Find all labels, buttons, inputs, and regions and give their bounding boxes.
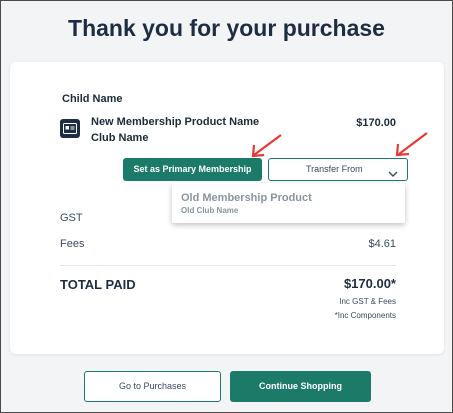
- inc-components-note: *Inc Components: [334, 311, 396, 320]
- membership-card-icon: [60, 119, 80, 138]
- dropdown-option-product[interactable]: Old Membership Product: [181, 192, 312, 204]
- dropdown-option-club: Old Club Name: [181, 206, 239, 215]
- continue-shopping-button[interactable]: Continue Shopping: [230, 371, 371, 402]
- fees-label: Fees: [60, 238, 85, 250]
- set-primary-membership-button[interactable]: Set as Primary Membership: [123, 158, 262, 181]
- gst-label: GST: [60, 212, 83, 224]
- transfer-from-label: Transfer From: [306, 164, 363, 174]
- club-name: Club Name: [91, 132, 149, 144]
- inc-gst-fees-note: Inc GST & Fees: [339, 297, 396, 306]
- annotation-arrow-icon: [251, 134, 282, 158]
- transfer-from-menu: Old Membership Product Old Club Name: [172, 183, 405, 223]
- annotation-arrow-icon: [395, 132, 428, 157]
- product-name: New Membership Product Name: [91, 116, 260, 128]
- page-title: Thank you for your purchase: [68, 15, 385, 41]
- product-price: $170.00: [356, 117, 396, 129]
- total-paid-label: TOTAL PAID: [60, 277, 136, 292]
- fees-value: $4.61: [368, 238, 396, 250]
- transfer-from-dropdown[interactable]: Transfer From: [268, 158, 408, 181]
- child-name: Child Name: [62, 93, 123, 105]
- divider: [60, 265, 396, 266]
- total-paid-value: $170.00*: [343, 276, 396, 291]
- order-summary-card: Child Name New Membership Product Name C…: [10, 62, 444, 354]
- go-to-purchases-button[interactable]: Go to Purchases: [84, 371, 221, 402]
